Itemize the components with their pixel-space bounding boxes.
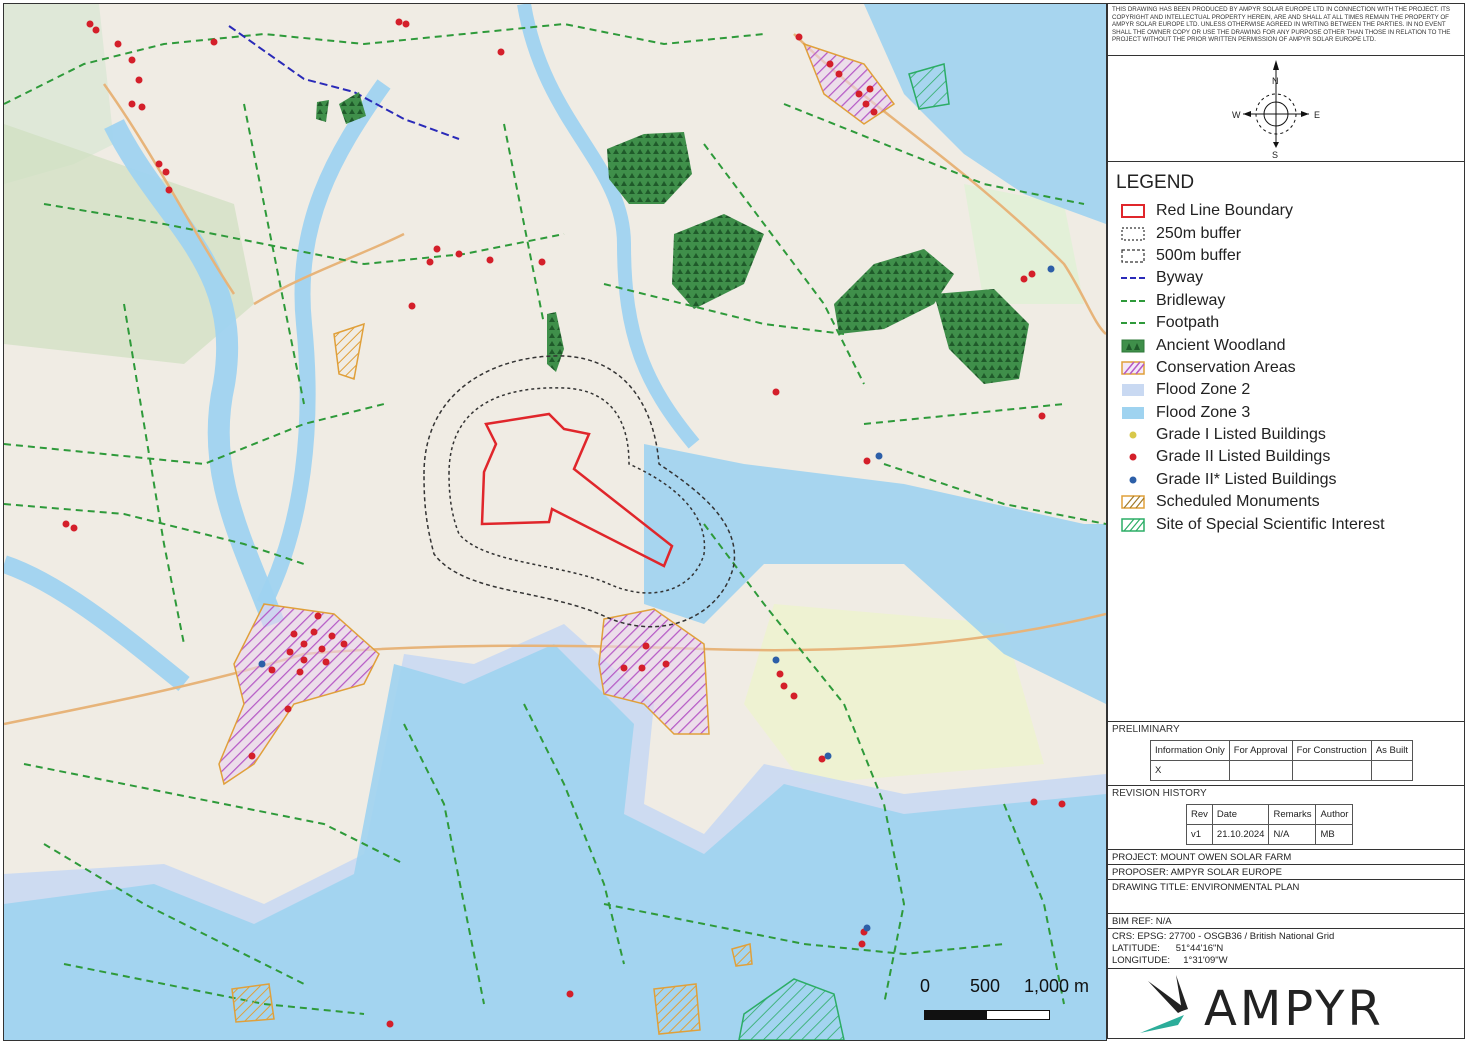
- rev-header-rev: Rev: [1186, 804, 1213, 825]
- scale-bar-black: [924, 1010, 986, 1020]
- legend-item-label: Grade II* Listed Buildings: [1156, 470, 1337, 488]
- rev-value-date: 21.10.2024: [1211, 824, 1270, 845]
- legend-item: Scheduled Monuments: [1116, 491, 1456, 513]
- prelim-header-built: As Built: [1370, 740, 1414, 761]
- grade-2-dot-icon: [1120, 449, 1146, 465]
- legend-item: Conservation Areas: [1116, 357, 1456, 379]
- legend: LEGEND Red Line Boundary 250m buffer 500m …: [1108, 162, 1464, 722]
- title-block-panel: THIS DRAWING HAS BEEN PRODUCED BY AMPYR …: [1107, 3, 1465, 1039]
- scale-label-500: 500: [970, 976, 1001, 996]
- legend-item-label: Bridleway: [1156, 291, 1226, 309]
- footpath-line-icon: [1120, 315, 1146, 331]
- legend-item-label: Scheduled Monuments: [1156, 493, 1320, 511]
- sssi-icon: [1120, 517, 1146, 533]
- compass-w-label: W: [1232, 110, 1241, 120]
- preliminary-section: PRELIMINARY Information Only For Approva…: [1108, 722, 1464, 786]
- compass-e-label: E: [1314, 110, 1321, 120]
- rev-value-author: MB: [1315, 824, 1354, 845]
- prelim-header-construction: For Construction: [1291, 740, 1372, 761]
- legend-item-label: 250m buffer: [1156, 224, 1242, 242]
- revision-history-section: REVISION HISTORY Rev Date Remarks Author…: [1108, 786, 1464, 850]
- legend-item-label: Flood Zone 2: [1156, 381, 1251, 399]
- legend-item: Site of Special Scientific Interest: [1116, 513, 1456, 535]
- ampyr-wordmark: AMPYR: [1204, 981, 1384, 1037]
- legend-items: Red Line Boundary 250m buffer 500m buffer B…: [1116, 200, 1456, 536]
- legend-item: Red Line Boundary: [1116, 200, 1456, 222]
- crs-block: CRS: EPSG: 27700 - OSGB36 / British Nati…: [1108, 929, 1464, 969]
- legend-item-label: Grade II Listed Buildings: [1156, 448, 1331, 466]
- map-layers: [4, 4, 1106, 1040]
- legend-item-label: Byway: [1156, 269, 1204, 287]
- buffer-500m-icon: [1120, 248, 1146, 264]
- legend-item: Flood Zone 2: [1116, 379, 1456, 401]
- legend-title: LEGEND: [1116, 172, 1195, 193]
- scale-label-0: 0: [920, 976, 931, 996]
- flood-zone-2-icon: [1120, 382, 1146, 398]
- prelim-header-info: Information Only: [1150, 740, 1230, 761]
- legend-item-label: Grade I Listed Buildings: [1156, 426, 1326, 444]
- compass-n-label: N: [1272, 76, 1279, 86]
- prelim-value-approval: [1228, 760, 1293, 781]
- flood-zone-3-icon: [1120, 405, 1146, 421]
- compass-icon: [1243, 60, 1309, 148]
- bridleway-line-icon: [1120, 293, 1146, 309]
- legend-item-label: Flood Zone 3: [1156, 403, 1251, 421]
- compass-s-label: S: [1272, 150, 1279, 160]
- rev-value-rev: v1: [1186, 824, 1213, 845]
- legend-item-label: Site of Special Scientific Interest: [1156, 515, 1385, 533]
- legend-item: Grade I Listed Buildings: [1116, 424, 1456, 446]
- bim-ref: BIM REF: N/A: [1108, 914, 1464, 929]
- legend-item: Grade II Listed Buildings: [1116, 446, 1456, 468]
- grade-2-star-dot-icon: [1120, 472, 1146, 488]
- prelim-value-construction: [1291, 760, 1372, 781]
- crs-line: CRS: EPSG: 27700 - OSGB36 / British Nati…: [1112, 931, 1335, 942]
- legend-item: 250m buffer: [1116, 222, 1456, 244]
- rev-value-remarks: N/A: [1268, 824, 1317, 845]
- drawing-title: DRAWING TITLE: ENVIRONMENTAL PLAN: [1108, 880, 1464, 914]
- ancient-woodland-icon: [1120, 338, 1146, 354]
- legend-item: Footpath: [1116, 312, 1456, 334]
- legend-item: Ancient Woodland: [1116, 334, 1456, 356]
- legend-item: Grade II* Listed Buildings: [1116, 469, 1456, 491]
- legend-item: Byway: [1116, 267, 1456, 289]
- proposer-name: PROPOSER: AMPYR SOLAR EUROPE: [1108, 865, 1464, 880]
- legend-item-label: Conservation Areas: [1156, 358, 1296, 376]
- legend-item-label: Red Line Boundary: [1156, 202, 1293, 220]
- legend-item: Flood Zone 3: [1116, 402, 1456, 424]
- rev-header-author: Author: [1315, 804, 1354, 825]
- north-arrow: N E S W: [1108, 56, 1464, 162]
- disclaimer-text: THIS DRAWING HAS BEEN PRODUCED BY AMPYR …: [1108, 4, 1464, 56]
- project-name: PROJECT: MOUNT OWEN SOLAR FARM: [1108, 850, 1464, 865]
- longitude-line: LONGITUDE: 1°31'09"W: [1112, 955, 1228, 966]
- scheduled-monument-icon: [1120, 494, 1146, 510]
- legend-item-label: Ancient Woodland: [1156, 336, 1286, 354]
- revision-title: REVISION HISTORY: [1112, 788, 1207, 799]
- latitude-line: LATITUDE: 51°44'16"N: [1112, 943, 1224, 954]
- rev-header-remarks: Remarks: [1268, 804, 1317, 825]
- conservation-area-icon: [1120, 360, 1146, 376]
- map-canvas[interactable]: 0 500 1,000 m: [3, 3, 1107, 1041]
- legend-item: 500m buffer: [1116, 245, 1456, 267]
- scale-label-1000: 1,000 m: [1024, 976, 1090, 996]
- ampyr-logo: AMPYR: [1108, 969, 1464, 1039]
- legend-item: Bridleway: [1116, 290, 1456, 312]
- preliminary-table: Information Only For Approval For Constr…: [1150, 740, 1414, 781]
- grade-1-dot-icon: [1120, 427, 1146, 443]
- revision-table: Rev Date Remarks Author v1 21.10.2024 N/…: [1186, 804, 1354, 845]
- scale-bar: 0 500 1,000 m: [916, 976, 1089, 1026]
- prelim-value-info: X: [1150, 760, 1230, 781]
- prelim-value-built: [1370, 760, 1414, 781]
- byway-line-icon: [1120, 270, 1146, 286]
- legend-item-label: 500m buffer: [1156, 246, 1242, 264]
- scale-bar-white: [986, 1010, 1050, 1020]
- red-line-boundary-icon: [1120, 203, 1146, 219]
- preliminary-title: PRELIMINARY: [1112, 724, 1180, 735]
- buffer-250m-icon: [1120, 226, 1146, 242]
- prelim-header-approval: For Approval: [1228, 740, 1293, 761]
- legend-item-label: Footpath: [1156, 314, 1220, 332]
- rev-header-date: Date: [1211, 804, 1270, 825]
